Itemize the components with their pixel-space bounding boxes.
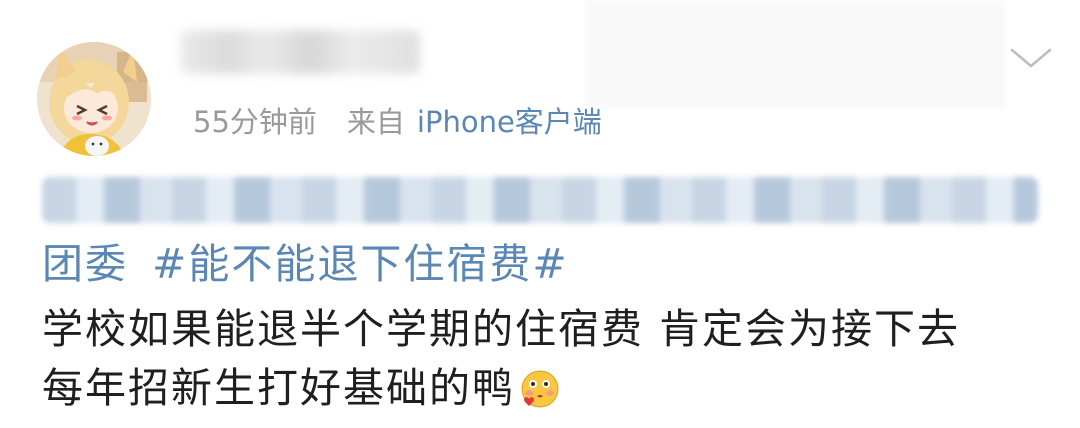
blushing-kiss-emoji-icon bbox=[521, 370, 559, 408]
anime-girl-avatar-icon bbox=[37, 42, 151, 156]
post-time: 55分钟前 bbox=[193, 105, 317, 139]
source-prefix: 来自 bbox=[346, 105, 405, 139]
blurred-region bbox=[585, 0, 1005, 108]
source-client-link[interactable]: iPhone客户端 bbox=[417, 99, 602, 141]
post-meta: 55分钟前 来自 iPhone客户端 bbox=[193, 100, 602, 140]
post-body-line-2: 每年招新生打好基础的鸭 bbox=[42, 362, 561, 414]
post-body-line-1: 学校如果能退半个学期的住宿费 肯定会为接下去 bbox=[42, 305, 961, 353]
post-body-line-2-text: 每年招新生打好基础的鸭 bbox=[42, 364, 515, 412]
more-options-button[interactable] bbox=[1004, 40, 1058, 76]
chevron-down-icon bbox=[1010, 48, 1052, 68]
topic-line: 团委 #能不能退下住宿费# bbox=[42, 238, 569, 290]
topic-tag-link[interactable]: #能不能退下住宿费# bbox=[152, 240, 569, 288]
mention-blurred[interactable] bbox=[42, 177, 1038, 223]
avatar[interactable] bbox=[37, 42, 151, 156]
username-blurred[interactable] bbox=[180, 30, 420, 74]
mention-org-link[interactable]: 团委 bbox=[42, 240, 128, 288]
weibo-post-card: 55分钟前 来自 iPhone客户端 团委 #能不能退下住宿费# 学校如果能退半个… bbox=[0, 0, 1080, 428]
